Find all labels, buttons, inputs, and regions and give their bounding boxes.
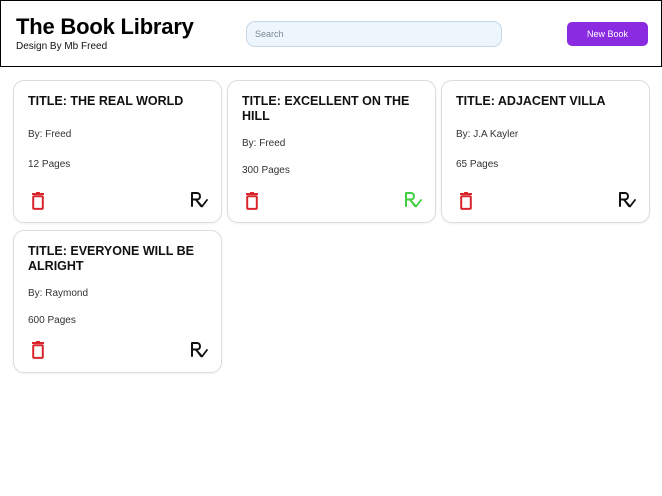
book-card: TITLE: EVERYONE WILL BE ALRIGHT By: Raym… <box>13 230 222 373</box>
book-author: By: Freed <box>28 129 72 140</box>
trash-icon[interactable] <box>31 341 45 359</box>
book-card: TITLE: ADJACENT VILLA By: J.A Kayler 65 … <box>441 80 650 223</box>
book-pages: 300 Pages <box>242 165 290 176</box>
trash-icon[interactable] <box>459 192 473 210</box>
trash-icon[interactable] <box>245 192 259 210</box>
app-header: The Book Library Design By Mb Freed New … <box>0 0 662 67</box>
book-author: By: Freed <box>242 138 286 149</box>
app-subtitle: Design By Mb Freed <box>16 41 108 52</box>
book-title: TITLE: ADJACENT VILLA <box>456 94 606 108</box>
book-title: TITLE: EXCELLENT ON THE HILL <box>242 94 410 123</box>
book-pages: 600 Pages <box>28 315 76 326</box>
prescription-check-icon[interactable] <box>190 341 208 359</box>
app-title: The Book Library <box>16 14 194 39</box>
book-author: By: J.A Kayler <box>456 129 519 140</box>
new-book-button[interactable]: New Book <box>567 22 648 46</box>
trash-icon[interactable] <box>31 192 45 210</box>
prescription-check-icon[interactable] <box>190 191 208 209</box>
book-pages: 65 Pages <box>456 159 499 170</box>
book-card: TITLE: EXCELLENT ON THE HILL By: Freed 3… <box>227 80 436 223</box>
book-pages: 12 Pages <box>28 159 71 170</box>
prescription-check-icon[interactable] <box>404 191 422 209</box>
prescription-check-icon[interactable] <box>618 191 636 209</box>
book-title: TITLE: EVERYONE WILL BE ALRIGHT <box>28 244 194 273</box>
book-card: TITLE: THE REAL WORLD By: Freed 12 Pages <box>13 80 222 223</box>
book-title: TITLE: THE REAL WORLD <box>28 94 184 108</box>
book-author: By: Raymond <box>28 288 89 299</box>
search-input[interactable] <box>246 21 502 47</box>
